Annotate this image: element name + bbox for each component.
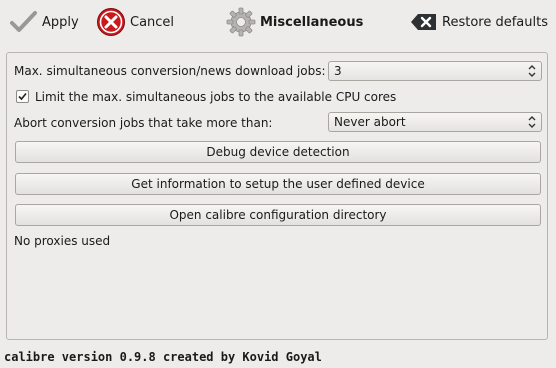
abort-jobs-select[interactable]: Never abort <box>328 112 542 132</box>
check-mark-icon <box>18 92 27 101</box>
limit-cpu-label[interactable]: Limit the max. simultaneous jobs to the … <box>35 90 396 104</box>
debug-device-detection-button[interactable]: Debug device detection <box>15 141 541 163</box>
version-info: calibre version 0.9.8 created by Kovid G… <box>4 350 322 364</box>
dropdown-arrows-icon[interactable] <box>527 115 537 129</box>
proxies-status: No proxies used <box>14 234 111 248</box>
apply-button[interactable]: Apply <box>8 0 79 44</box>
toolbar: Apply Cancel Miscellaneous Restore defau… <box>0 0 556 44</box>
settings-panel: Max. simultaneous conversion/news downlo… <box>6 52 548 340</box>
open-config-directory-button[interactable]: Open calibre configuration directory <box>15 204 541 226</box>
cancel-label: Cancel <box>130 14 175 30</box>
cancel-button[interactable]: Cancel <box>96 0 174 44</box>
restore-label: Restore defaults <box>442 14 548 30</box>
checkmark-icon <box>8 7 38 37</box>
max-jobs-label: Max. simultaneous conversion/news downlo… <box>14 64 326 78</box>
abort-jobs-value: Never abort <box>334 115 406 129</box>
apply-label: Apply <box>42 14 79 30</box>
restore-defaults-button[interactable]: Restore defaults <box>408 0 548 44</box>
abort-jobs-label: Abort conversion jobs that take more tha… <box>14 116 273 130</box>
backspace-icon <box>408 7 438 37</box>
gear-icon <box>226 7 256 37</box>
cancel-icon <box>96 7 126 37</box>
max-jobs-spinbox[interactable]: 3 <box>328 61 542 81</box>
section-title: Miscellaneous <box>226 0 363 44</box>
limit-cpu-checkbox[interactable] <box>16 90 29 103</box>
user-defined-device-info-button[interactable]: Get information to setup the user define… <box>15 173 541 195</box>
section-label: Miscellaneous <box>260 14 364 30</box>
spin-arrows-icon[interactable] <box>527 64 537 78</box>
max-jobs-value: 3 <box>334 64 342 78</box>
